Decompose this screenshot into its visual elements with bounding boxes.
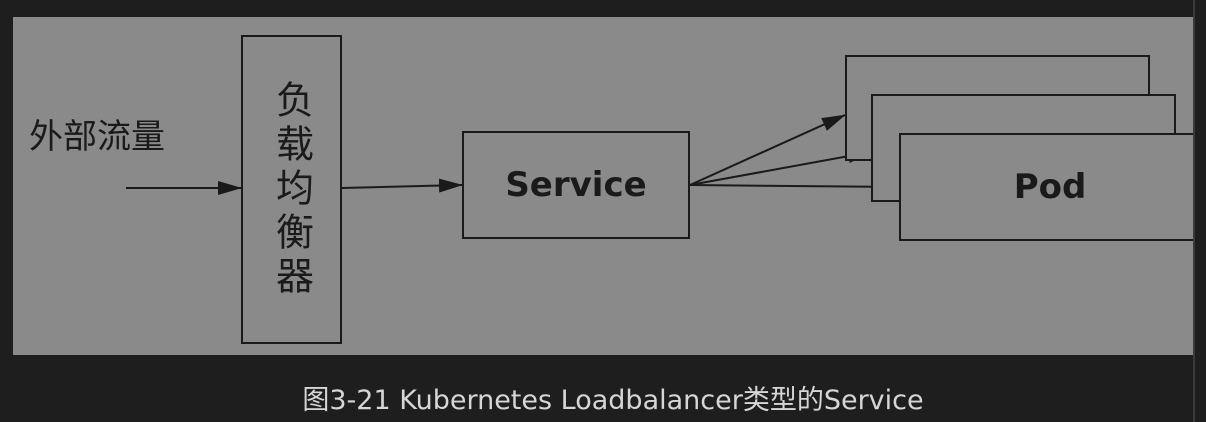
right-edge-divider <box>1193 0 1195 422</box>
load-balancer-label: 负载均衡器 <box>269 79 314 300</box>
arrow-service-to-pod-1 <box>689 114 846 186</box>
arrow-lb-to-service <box>341 178 463 193</box>
service-box: Service <box>462 131 690 239</box>
arrow-service-to-pod-2 <box>689 149 872 186</box>
diagram-figure: 外部流量 负载均衡器 Service Pod <box>13 17 1193 355</box>
load-balancer-box: 负载均衡器 <box>241 35 342 344</box>
page: 外部流量 负载均衡器 Service Pod 图3-21 Kubernetes … <box>0 0 1206 422</box>
external-traffic-label: 外部流量 <box>29 117 165 157</box>
service-label: Service <box>505 165 647 205</box>
figure-caption: 图3-21 Kubernetes Loadbalancer类型的Service <box>302 385 924 416</box>
arrow-service-to-pod-3 <box>689 179 900 194</box>
pod-box-front: Pod <box>899 133 1193 241</box>
pod-label: Pod <box>1013 167 1087 207</box>
